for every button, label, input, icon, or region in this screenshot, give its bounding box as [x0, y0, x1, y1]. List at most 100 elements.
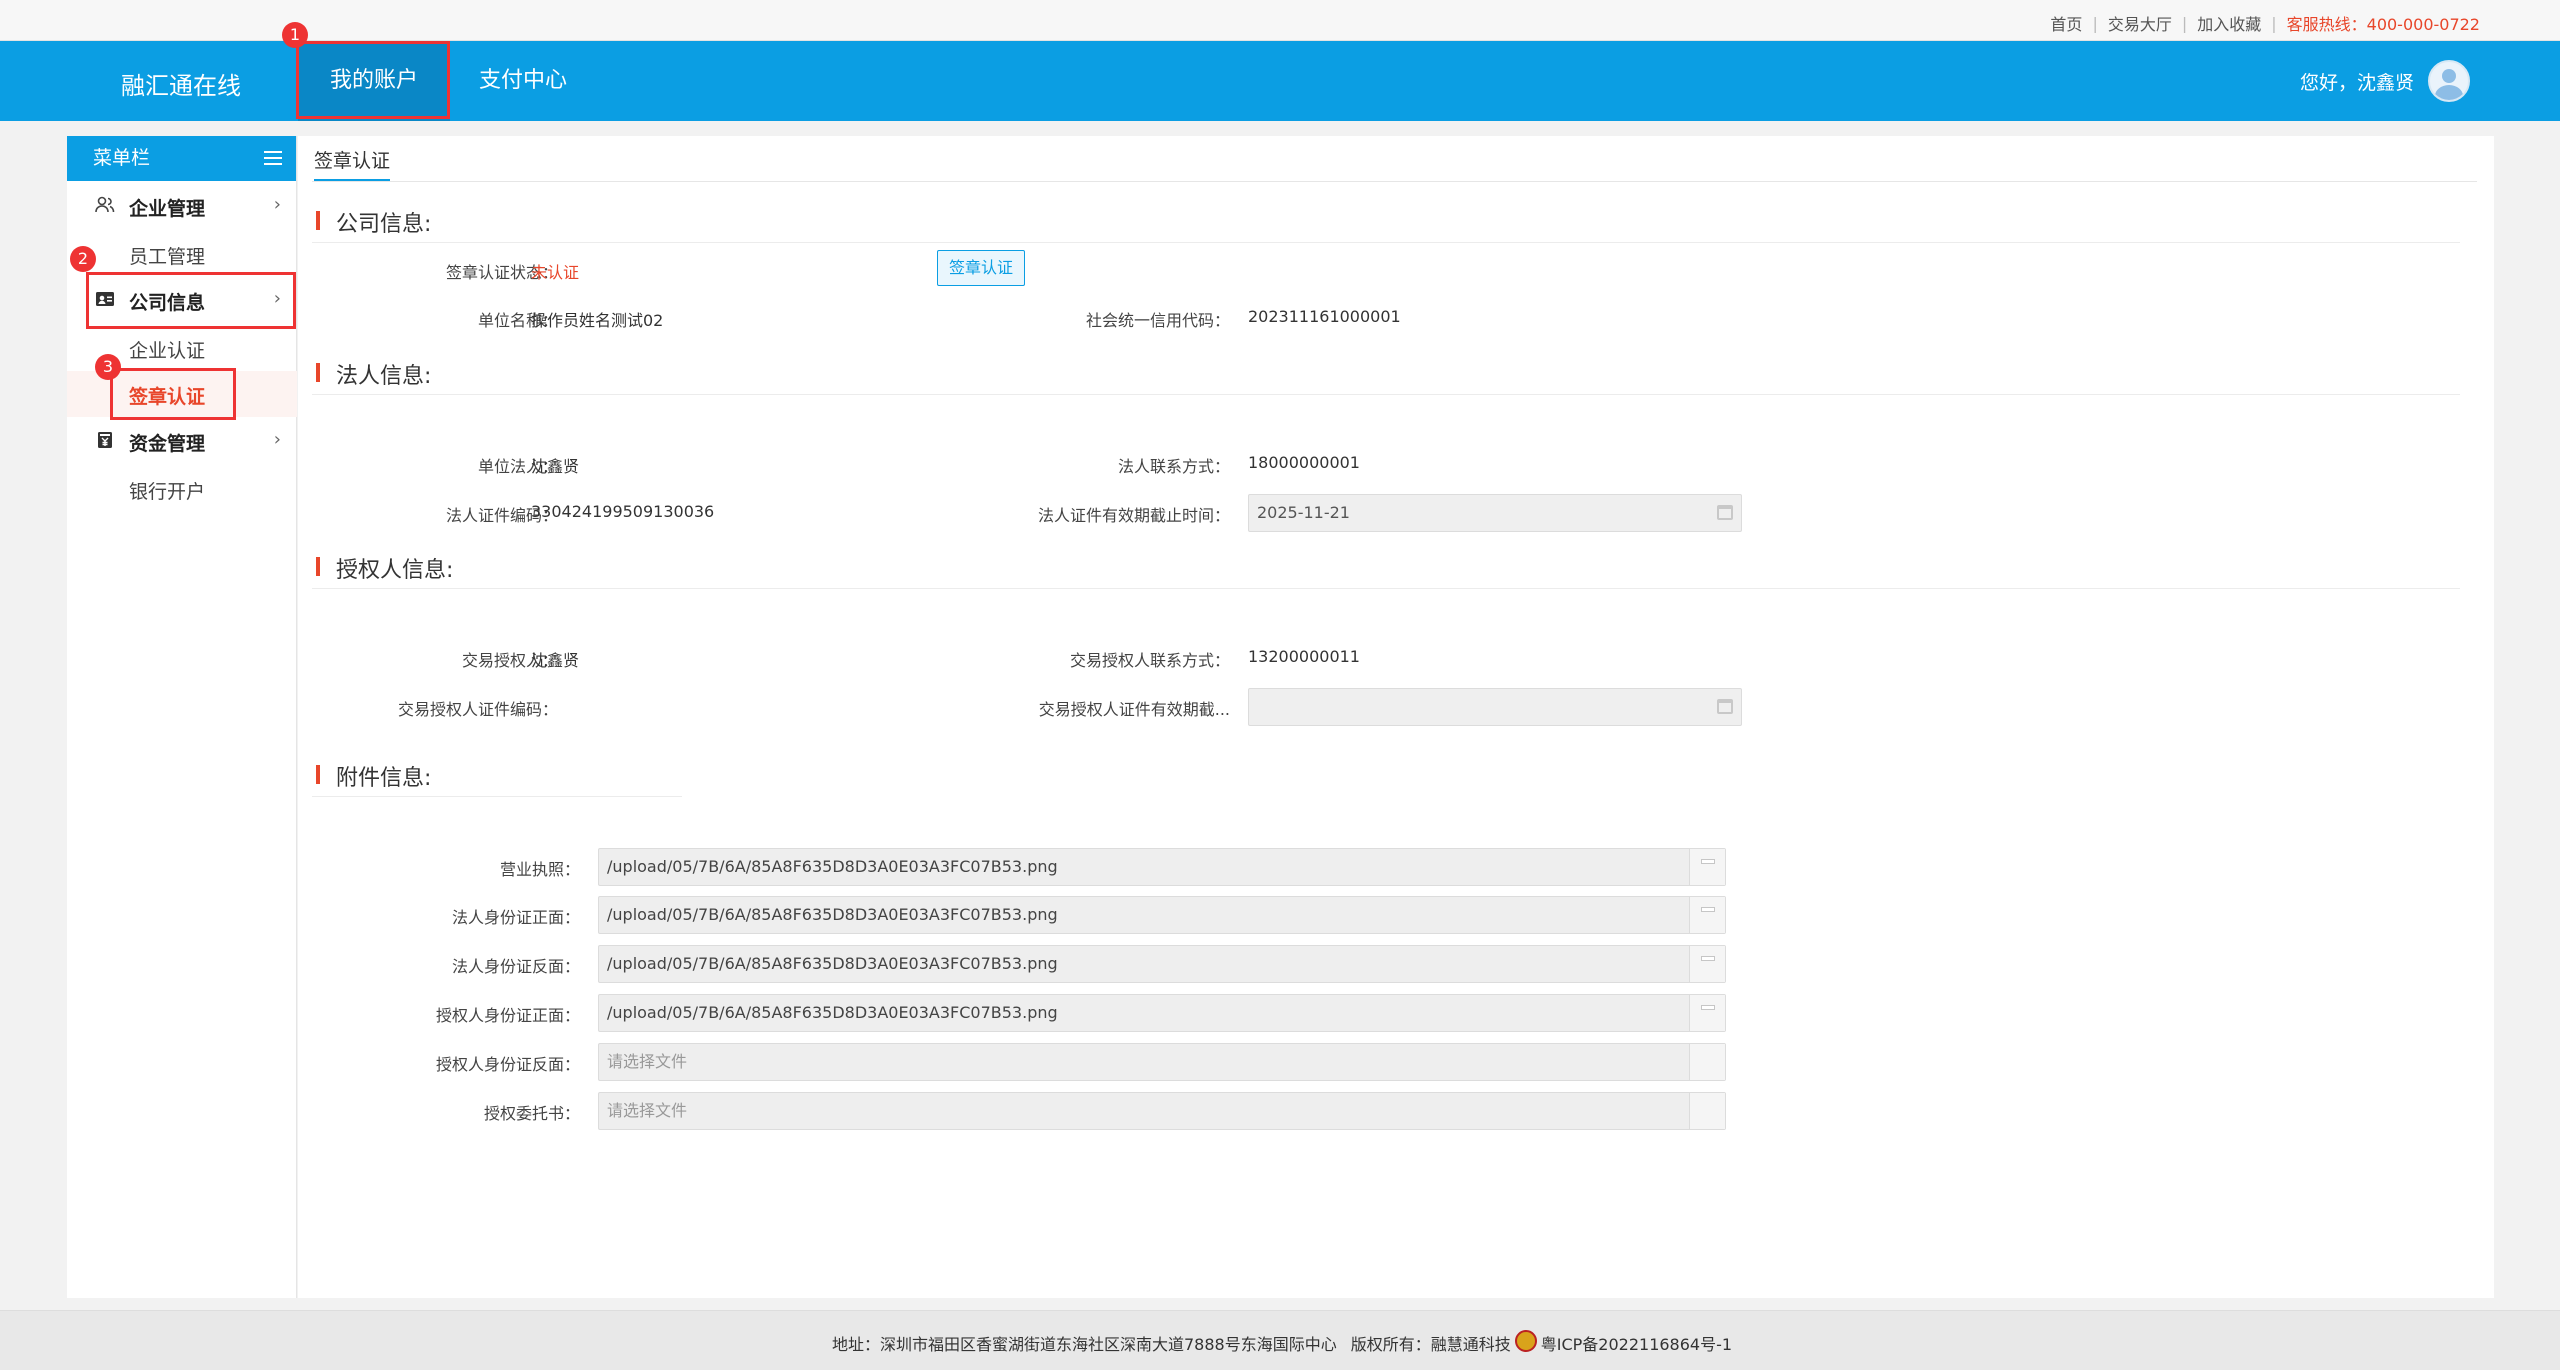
sidebar-group-enterprise[interactable]: 企业管理 ›: [67, 182, 297, 228]
attachment-path: /upload/05/7B/6A/85A8F635D8D3A0E03A3FC07…: [607, 905, 1058, 924]
credit-code-label: 社会统一信用代码：: [1085, 311, 1230, 330]
section-title-company: 公司信息:: [316, 206, 431, 238]
nav-payment-center[interactable]: 支付中心: [458, 41, 588, 121]
legal-phone-label: 法人联系方式：: [1117, 457, 1230, 476]
sidebar-group-funds[interactable]: 资金管理 ›: [67, 417, 297, 463]
file-button-icon: [1701, 859, 1715, 864]
footer-text: 地址：深圳市福田区香蜜湖街道东海社区深南大道7888号东海国际中心 版权所有：融…: [832, 1330, 1732, 1355]
company-name-value: 操作员姓名测试02: [531, 311, 664, 330]
sidebar-item-enterprise-auth[interactable]: 企业认证: [129, 336, 205, 363]
section-divider: [312, 394, 2460, 395]
authorized-phone-label: 交易授权人联系方式：: [1069, 651, 1230, 670]
browse-file-button[interactable]: [1689, 849, 1725, 885]
calendar-icon[interactable]: [1717, 505, 1733, 520]
legal-id-label: 法人证件编码：: [445, 506, 558, 525]
attachment-label: 授权人身份证反面：: [435, 1055, 580, 1074]
attachment-label: 法人身份证正面：: [451, 908, 580, 927]
legal-id-value: 330424199509130036: [531, 502, 715, 521]
credit-code-value: 202311161000001: [1248, 307, 1401, 326]
user-avatar-icon[interactable]: [2428, 60, 2470, 102]
main-content: 签章认证 公司信息: 签章认证状态： 未认证 签章认证 单位名称： 操作员姓名测…: [298, 136, 2494, 1298]
section-divider: [312, 588, 2460, 589]
hotline-text: 客服热线：400-000-0722: [2286, 15, 2480, 34]
hamburger-menu-icon[interactable]: [264, 151, 282, 165]
company-name-label: 单位名称：: [477, 311, 558, 330]
tab-underline: [312, 181, 2477, 182]
seal-status-value: 未认证: [531, 263, 580, 282]
sidebar-title: 菜单栏: [93, 147, 151, 169]
annotation-box: [296, 41, 450, 119]
sidebar-item-bank-account[interactable]: 银行开户: [129, 477, 205, 504]
browse-file-button[interactable]: [1689, 946, 1725, 982]
sidebar-group-label: 企业管理: [129, 198, 206, 220]
trading-hall-link[interactable]: 交易大厅: [2108, 11, 2172, 35]
attachment-label: 授权委托书：: [483, 1104, 580, 1123]
divider: |: [2181, 13, 2188, 33]
annotation-box: [110, 368, 236, 420]
attachment-placeholder: 请选择文件: [607, 1101, 688, 1120]
section-title-legal: 法人信息:: [316, 358, 431, 390]
chevron-right-icon: ›: [273, 429, 281, 450]
divider: |: [2092, 13, 2098, 33]
attachment-label: 授权人身份证正面：: [435, 1006, 580, 1025]
file-button-icon: [1701, 1005, 1715, 1010]
attachment-field-authorized-id-back[interactable]: 请选择文件: [598, 1043, 1726, 1081]
sidebar-group-label: 资金管理: [129, 433, 206, 455]
legal-expiry-label: 法人证件有效期截止时间：: [1037, 506, 1230, 525]
authorized-expiry-date-field[interactable]: [1248, 688, 1742, 726]
footer-address: 地址：深圳市福田区香蜜湖街道东海社区深南大道7888号东海国际中心: [832, 1335, 1337, 1354]
user-menu[interactable]: 您好，沈鑫贤: [2300, 60, 2470, 102]
authorized-expiry-label: 交易授权人证件有效期截...: [1038, 700, 1230, 719]
brand-logo[interactable]: 融汇通在线: [121, 66, 241, 101]
top-utility-bar: 首页 | 交易大厅 | 加入收藏 | 客服热线：400-000-0722: [0, 0, 2560, 41]
attachment-path: /upload/05/7B/6A/85A8F635D8D3A0E03A3FC07…: [607, 857, 1058, 876]
authorized-person-value: 沈鑫贤: [531, 651, 580, 670]
authorized-phone-value: 13200000011: [1248, 647, 1360, 666]
add-favorite-link[interactable]: 加入收藏: [2197, 11, 2261, 35]
footer-copyright: 版权所有：融慧通科技: [1350, 1335, 1511, 1354]
money-bag-icon: [98, 432, 112, 448]
section-title-attachments: 附件信息:: [316, 760, 431, 792]
attachment-field-legal-id-back[interactable]: /upload/05/7B/6A/85A8F635D8D3A0E03A3FC07…: [598, 945, 1726, 983]
attachment-path: /upload/05/7B/6A/85A8F635D8D3A0E03A3FC07…: [607, 1003, 1058, 1022]
annotation-box: [86, 272, 296, 329]
browse-file-button[interactable]: [1689, 995, 1725, 1031]
browse-file-button[interactable]: [1689, 897, 1725, 933]
annotation-badge: 3: [95, 354, 121, 380]
legal-person-value: 沈鑫贤: [531, 457, 580, 476]
chevron-right-icon: ›: [273, 194, 281, 215]
footer-icp[interactable]: 粤ICP备2022116864号-1: [1541, 1331, 1732, 1355]
section-title-authorized: 授权人信息:: [316, 552, 453, 584]
footer: 地址：深圳市福田区香蜜湖街道东海社区深南大道7888号东海国际中心 版权所有：融…: [0, 1310, 2560, 1370]
users-icon: [95, 196, 115, 213]
calendar-icon[interactable]: [1717, 699, 1733, 714]
attachment-placeholder: 请选择文件: [607, 1052, 688, 1071]
tab-seal-auth[interactable]: 签章认证: [314, 146, 391, 181]
legal-person-label: 单位法人：: [477, 457, 558, 476]
seal-auth-button[interactable]: 签章认证: [937, 250, 1025, 286]
file-button-icon: [1701, 907, 1715, 912]
home-link[interactable]: 首页: [2050, 11, 2082, 35]
section-divider: [312, 796, 682, 797]
legal-phone-value: 18000000001: [1248, 453, 1360, 472]
sidebar-item-staff[interactable]: 员工管理: [129, 242, 205, 269]
attachment-field-legal-id-front[interactable]: /upload/05/7B/6A/85A8F635D8D3A0E03A3FC07…: [598, 896, 1726, 934]
user-greeting: 您好，沈鑫贤: [2299, 71, 2414, 94]
browse-file-button[interactable]: [1689, 1093, 1725, 1129]
sidebar-header: 菜单栏: [67, 136, 296, 181]
police-emblem-icon: [1514, 1330, 1537, 1352]
attachment-field-business-license[interactable]: /upload/05/7B/6A/85A8F635D8D3A0E03A3FC07…: [598, 848, 1726, 886]
legal-expiry-date-field[interactable]: 2025-11-21: [1248, 494, 1742, 532]
annotation-badge: 1: [282, 22, 308, 48]
browse-file-button[interactable]: [1689, 1044, 1725, 1080]
authorized-id-label: 交易授权人证件编码：: [397, 700, 558, 719]
section-divider: [312, 242, 2460, 243]
attachment-label: 法人身份证反面：: [451, 957, 580, 976]
top-links: 首页 | 交易大厅 | 加入收藏 | 客服热线：400-000-0722: [2050, 11, 2480, 35]
attachment-field-authorized-id-front[interactable]: /upload/05/7B/6A/85A8F635D8D3A0E03A3FC07…: [598, 994, 1726, 1032]
authorized-person-label: 交易授权人：: [461, 651, 558, 670]
file-button-icon: [1701, 956, 1715, 961]
annotation-badge: 2: [70, 246, 96, 272]
attachment-field-power-of-attorney[interactable]: 请选择文件: [598, 1092, 1726, 1130]
legal-expiry-date-value: 2025-11-21: [1257, 503, 1350, 522]
